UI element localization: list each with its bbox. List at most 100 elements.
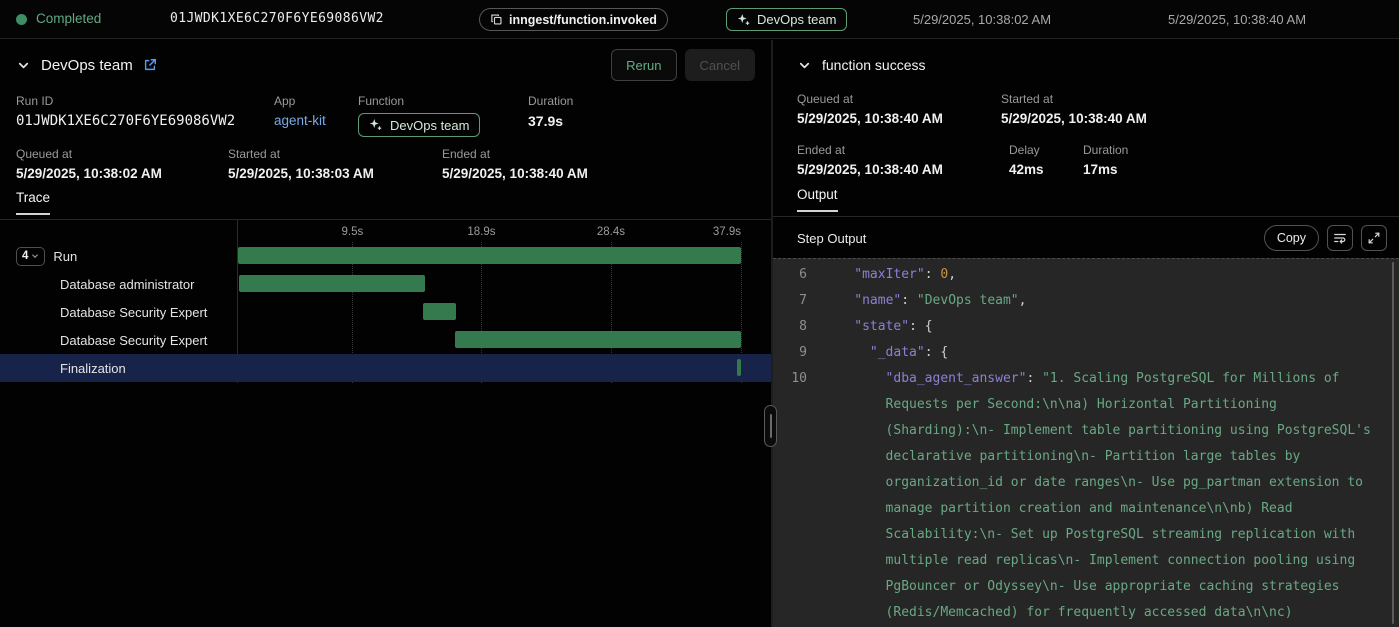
code-line: 6 "maxIter": 0,: [773, 262, 1399, 288]
run-panel-header: DevOps team Rerun Cancel: [16, 49, 755, 81]
app-link[interactable]: agent-kit: [274, 113, 326, 128]
run-id-label: Run ID: [16, 94, 235, 108]
function-field: Function DevOps team: [358, 94, 480, 137]
line-number: 8: [773, 314, 807, 340]
code-line: 7 "name": "DevOps team",: [773, 288, 1399, 314]
code-line: 9 "_data": {: [773, 340, 1399, 366]
run-meta-row-2: Queued at 5/29/2025, 10:38:02 AM Started…: [0, 147, 771, 195]
code-content: "name": "DevOps team",: [854, 288, 1399, 314]
run-details-panel: DevOps team Rerun Cancel Run ID 01JWDK1X…: [0, 40, 771, 627]
step-panel-title: function success: [822, 57, 926, 73]
run-status-bar: Completed 01JWDK1XE6C270F6YE69086VW2 inn…: [0, 0, 1399, 39]
duration-label: Duration: [528, 94, 573, 108]
function-badge-label: DevOps team: [390, 118, 469, 133]
trace-row-label: Database Security Expert: [0, 326, 237, 354]
function-badge[interactable]: DevOps team: [358, 113, 480, 137]
trace-row[interactable]: Finalization: [0, 354, 771, 382]
trace-row-label: Finalization: [0, 354, 237, 382]
run-id-field: Run ID 01JWDK1XE6C270F6YE69086VW2: [16, 94, 235, 129]
code-content: "_data": {: [870, 340, 1399, 366]
duration-value: 37.9s: [528, 113, 573, 129]
code-line: 8 "state": {: [773, 314, 1399, 340]
trace-row-name: Database Security Expert: [60, 305, 207, 320]
external-link-icon[interactable]: [143, 58, 157, 72]
function-badge-label: DevOps team: [757, 12, 836, 27]
ended-at-label: Ended at: [442, 147, 588, 161]
axis-tick-label: 18.9s: [467, 226, 495, 238]
chevron-down-icon[interactable]: [16, 58, 31, 73]
trace-row-label: 4 Run: [0, 242, 237, 270]
sparkle-icon: [369, 118, 383, 132]
delay-label: Delay: [1009, 143, 1044, 157]
duration-value: 17ms: [1083, 162, 1128, 177]
started-at-label: Started at: [1001, 92, 1147, 106]
trace-row[interactable]: Database Security Expert: [0, 326, 771, 354]
trace-row[interactable]: Database administrator: [0, 270, 771, 298]
started-at-label: Started at: [228, 147, 374, 161]
code-content: "maxIter": 0,: [854, 262, 1399, 288]
trace-row-chart: [237, 270, 741, 298]
queued-at-field: Queued at 5/29/2025, 10:38:40 AM: [797, 92, 943, 126]
trace-span-bar[interactable]: [455, 331, 741, 348]
trace-row-chart: [237, 326, 741, 354]
trace-row-chart: [237, 242, 741, 270]
copy-button[interactable]: Copy: [1264, 225, 1319, 251]
step-meta-row-2: Ended at 5/29/2025, 10:38:40 AM Delay 42…: [773, 143, 1399, 191]
trace-row[interactable]: 4 Run: [0, 242, 771, 270]
code-scrollbar[interactable]: [1392, 262, 1394, 624]
status-completed-dot-icon: [16, 14, 27, 25]
queued-at-value: 5/29/2025, 10:38:02 AM: [16, 166, 162, 181]
ended-at-value: 5/29/2025, 10:38:40 AM: [797, 162, 943, 177]
trace-row-chart: [237, 298, 741, 326]
step-details-panel: function success Queued at 5/29/2025, 10…: [773, 40, 1399, 627]
code-content: "state": {: [854, 314, 1399, 340]
word-wrap-button[interactable]: [1327, 225, 1353, 251]
line-number: 9: [773, 340, 807, 366]
trace-span-bar[interactable]: [238, 247, 741, 264]
trace-waterfall: 9.5s18.9s28.4s37.9s 4RunDatabase adminis…: [0, 220, 771, 627]
code-content: "dba_agent_answer": "1. Scaling PostgreS…: [886, 366, 1399, 627]
chevron-down-icon[interactable]: [797, 58, 812, 73]
step-output-code[interactable]: 6 "maxIter": 0, 7 "name": "DevOps team", 8 "s…: [773, 258, 1399, 627]
step-panel-header: function success: [797, 49, 1383, 81]
trace-span-bar[interactable]: [423, 303, 456, 320]
run-id-value: 01JWDK1XE6C270F6YE69086VW2: [16, 113, 235, 129]
tab-output[interactable]: Output: [797, 187, 838, 212]
started-at-field: Started at 5/29/2025, 10:38:03 AM: [228, 147, 374, 181]
expand-button[interactable]: [1361, 225, 1387, 251]
started-at-value: 5/29/2025, 10:38:40 AM: [1001, 111, 1147, 126]
expand-icon: [1367, 231, 1381, 245]
step-meta-row-1: Queued at 5/29/2025, 10:38:40 AM Started…: [773, 92, 1399, 140]
axis-tick-label: 37.9s: [713, 226, 741, 238]
delay-field: Delay 42ms: [1009, 143, 1044, 177]
line-number: 6: [773, 262, 807, 288]
collapse-count-badge[interactable]: 4: [16, 247, 45, 266]
ended-at-label: Ended at: [797, 143, 943, 157]
topbar-run-id: 01JWDK1XE6C270F6YE69086VW2: [170, 11, 384, 26]
collapse-count: 4: [22, 250, 28, 262]
line-number: 7: [773, 288, 807, 314]
queued-at-label: Queued at: [16, 147, 162, 161]
started-at-value: 5/29/2025, 10:38:03 AM: [228, 166, 374, 181]
duration-label: Duration: [1083, 143, 1128, 157]
trace-row-name: Run: [53, 249, 77, 264]
panel-resize-handle[interactable]: [764, 405, 777, 447]
trace-span-bar[interactable]: [239, 275, 425, 292]
code-line: 10"dba_agent_answer": "1. Scaling Postgr…: [773, 366, 1399, 627]
trace-row-name: Database administrator: [60, 277, 194, 292]
queued-at-field: Queued at 5/29/2025, 10:38:02 AM: [16, 147, 162, 181]
tab-trace[interactable]: Trace: [16, 190, 50, 215]
ended-at-field: Ended at 5/29/2025, 10:38:40 AM: [442, 147, 588, 181]
trace-span-bar[interactable]: [737, 359, 741, 376]
status-label: Completed: [36, 11, 101, 26]
rerun-button[interactable]: Rerun: [611, 49, 676, 81]
cancel-button[interactable]: Cancel: [685, 49, 755, 81]
event-badge[interactable]: inngest/function.invoked: [479, 8, 668, 31]
trace-row-chart: [237, 354, 741, 382]
function-badge[interactable]: DevOps team: [726, 8, 847, 31]
app-label: App: [274, 94, 326, 108]
trace-row[interactable]: Database Security Expert: [0, 298, 771, 326]
duration-field: Duration 37.9s: [528, 94, 573, 129]
trace-row-label: Database administrator: [0, 270, 237, 298]
step-output-header: Step Output Copy: [773, 218, 1399, 258]
